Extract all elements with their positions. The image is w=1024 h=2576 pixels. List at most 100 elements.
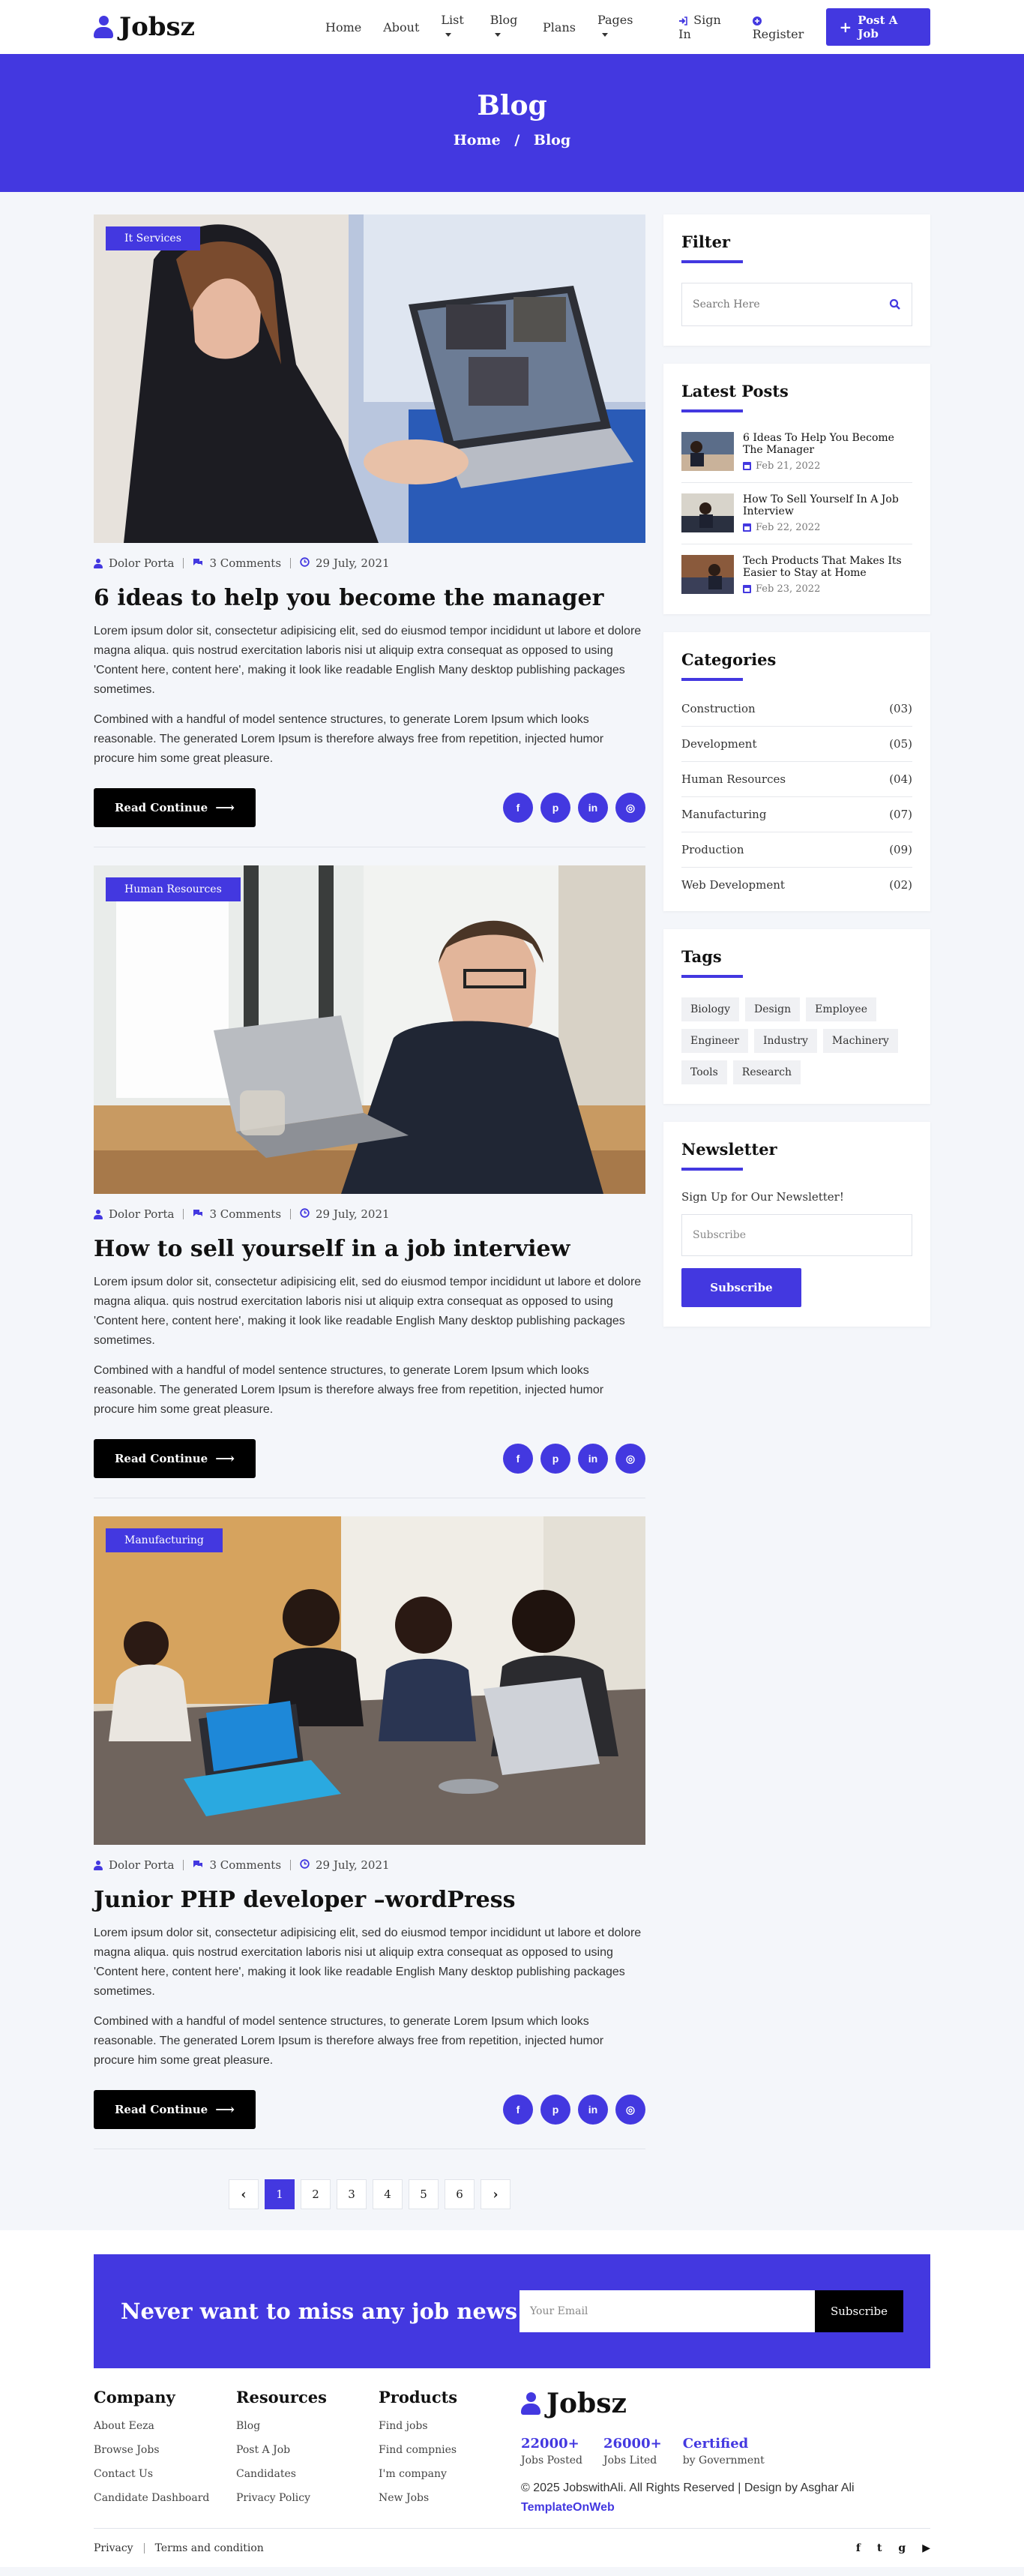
read-continue-button[interactable]: Read Continue ⟶: [94, 1439, 256, 1478]
nav-item-label: Plans: [543, 19, 576, 34]
page-3-button[interactable]: 3: [337, 2179, 367, 2209]
category-item[interactable]: Development (05): [681, 727, 912, 762]
footer-email-input[interactable]: Your Email: [519, 2290, 815, 2332]
footer-link[interactable]: Find compnies: [379, 2444, 521, 2456]
nav-item-list[interactable]: List: [441, 13, 468, 41]
tag-chip[interactable]: Tools: [681, 1060, 727, 1084]
footer-link[interactable]: Privacy Policy: [236, 2492, 379, 2504]
pinterest-icon[interactable]: p: [540, 1444, 570, 1474]
search-icon[interactable]: [889, 298, 901, 310]
nav-item-blog[interactable]: Blog: [490, 13, 521, 41]
page-5-button[interactable]: 5: [409, 2179, 439, 2209]
latest-post-item[interactable]: Tech Products That Makes Its Easier to S…: [681, 555, 912, 595]
category-item[interactable]: Production (09): [681, 832, 912, 868]
latest-post-title[interactable]: Tech Products That Makes Its Easier to S…: [743, 555, 912, 579]
post-comments[interactable]: 3 Comments: [193, 556, 281, 570]
brand-logo[interactable]: Jobsz: [94, 12, 195, 42]
tag-chip[interactable]: Industry: [753, 1029, 817, 1053]
post-author[interactable]: Dolor Porta: [94, 1207, 174, 1221]
footer-link[interactable]: Blog: [236, 2420, 379, 2432]
latest-post-date-text: Feb 22, 2022: [756, 522, 821, 533]
footer-link[interactable]: Post A Job: [236, 2444, 379, 2456]
post-title[interactable]: How to sell yourself in a job interview: [94, 1236, 645, 1262]
tag-chip[interactable]: Machinery: [822, 1029, 898, 1053]
post-comments[interactable]: 3 Comments: [193, 1207, 281, 1221]
youtube-icon[interactable]: ▶: [922, 2542, 930, 2554]
blog-post: Manufacturing Dolor Porta 3 Comments 29 Jul…: [94, 1516, 645, 2149]
pinterest-icon[interactable]: p: [540, 2095, 570, 2125]
footer-link[interactable]: Browse Jobs: [94, 2444, 236, 2456]
nav-item-about[interactable]: About: [383, 20, 419, 34]
category-item[interactable]: Construction (03): [681, 700, 912, 727]
post-title[interactable]: Junior PHP developer –wordPress: [94, 1887, 645, 1913]
footer-link[interactable]: Contact Us: [94, 2468, 236, 2480]
breadcrumb-home[interactable]: Home: [454, 132, 501, 148]
page-6-button[interactable]: 6: [445, 2179, 475, 2209]
dribbble-icon[interactable]: ◎: [615, 2095, 645, 2125]
footer-link[interactable]: Candidate Dashboard: [94, 2492, 236, 2504]
tag-chip[interactable]: Design: [744, 997, 801, 1021]
read-continue-button[interactable]: Read Continue ⟶: [94, 788, 256, 827]
footer-link[interactable]: Candidates: [236, 2468, 379, 2480]
post-author[interactable]: Dolor Porta: [94, 556, 174, 570]
twitter-icon[interactable]: t: [877, 2542, 882, 2554]
newsletter-email-field[interactable]: Subscribe: [681, 1214, 912, 1256]
tag-chip[interactable]: Biology: [681, 997, 739, 1021]
tag-chip[interactable]: Employee: [806, 997, 876, 1021]
post-job-button[interactable]: + Post A Job: [825, 8, 930, 46]
read-continue-button[interactable]: Read Continue ⟶: [94, 2090, 256, 2129]
page-2-button[interactable]: 2: [301, 2179, 331, 2209]
linkedin-icon[interactable]: in: [578, 1444, 608, 1474]
tag-chip[interactable]: Engineer: [681, 1029, 748, 1053]
post-category-badge[interactable]: Human Resources: [106, 877, 241, 901]
facebook-icon[interactable]: f: [503, 1444, 533, 1474]
newsletter-subscribe-button[interactable]: Subscribe: [681, 1268, 801, 1307]
post-image-wrap[interactable]: It Services: [94, 214, 645, 543]
tag-chip[interactable]: Research: [732, 1060, 801, 1084]
post-author[interactable]: Dolor Porta: [94, 1858, 174, 1872]
pagination-next-button[interactable]: ›: [481, 2179, 511, 2209]
latest-post-title[interactable]: 6 Ideas To Help You Become The Manager: [743, 432, 912, 456]
footer-subscribe-button[interactable]: Subscribe: [815, 2290, 903, 2332]
terms-link[interactable]: Terms and condition: [155, 2542, 264, 2554]
facebook-icon[interactable]: f: [856, 2542, 861, 2554]
post-comments[interactable]: 3 Comments: [193, 1858, 281, 1872]
nav-item-pages[interactable]: Pages: [597, 13, 635, 41]
search-input[interactable]: [693, 298, 865, 310]
category-item[interactable]: Human Resources (04): [681, 762, 912, 797]
copyright: © 2025 JobswithAli. All Rights Reserved …: [521, 2479, 855, 2518]
facebook-icon[interactable]: f: [503, 793, 533, 823]
facebook-icon[interactable]: f: [503, 2095, 533, 2125]
latest-post-title[interactable]: How To Sell Yourself In A Job Interview: [743, 493, 912, 517]
register-link[interactable]: Register: [752, 13, 814, 41]
page-4-button[interactable]: 4: [373, 2179, 403, 2209]
pagination-prev-button[interactable]: ‹: [229, 2179, 259, 2209]
page-1-button[interactable]: 1: [265, 2179, 295, 2209]
linkedin-icon[interactable]: in: [578, 2095, 608, 2125]
sign-in-link[interactable]: Sign In: [678, 13, 732, 41]
github-icon[interactable]: g: [898, 2542, 906, 2554]
post-category-badge[interactable]: Manufacturing: [106, 1528, 223, 1552]
nav-item-home[interactable]: Home: [325, 20, 361, 34]
latest-post-item[interactable]: How To Sell Yourself In A Job Interview F…: [681, 493, 912, 544]
footer-link[interactable]: About Eeza: [94, 2420, 236, 2432]
post-date: 29 July, 2021: [300, 556, 390, 570]
post-title[interactable]: 6 ideas to help you become the manager: [94, 585, 645, 611]
post-category-badge[interactable]: It Services: [106, 226, 200, 250]
post-image-wrap[interactable]: Human Resources: [94, 865, 645, 1194]
footer-link[interactable]: I'm company: [379, 2468, 521, 2480]
privacy-link[interactable]: Privacy: [94, 2542, 133, 2554]
dribbble-icon[interactable]: ◎: [615, 1444, 645, 1474]
post-image-wrap[interactable]: Manufacturing: [94, 1516, 645, 1845]
template-link[interactable]: TemplateOnWeb: [521, 2498, 855, 2518]
nav-item-plans[interactable]: Plans: [543, 20, 576, 34]
footer-link[interactable]: Find jobs: [379, 2420, 521, 2432]
latest-post-item[interactable]: 6 Ideas To Help You Become The Manager Fe…: [681, 432, 912, 483]
category-item[interactable]: Web Development (02): [681, 868, 912, 892]
footer-link[interactable]: New Jobs: [379, 2492, 521, 2504]
footer-logo[interactable]: Jobsz: [521, 2388, 855, 2419]
pinterest-icon[interactable]: p: [540, 793, 570, 823]
dribbble-icon[interactable]: ◎: [615, 793, 645, 823]
linkedin-icon[interactable]: in: [578, 793, 608, 823]
category-item[interactable]: Manufacturing (07): [681, 797, 912, 832]
